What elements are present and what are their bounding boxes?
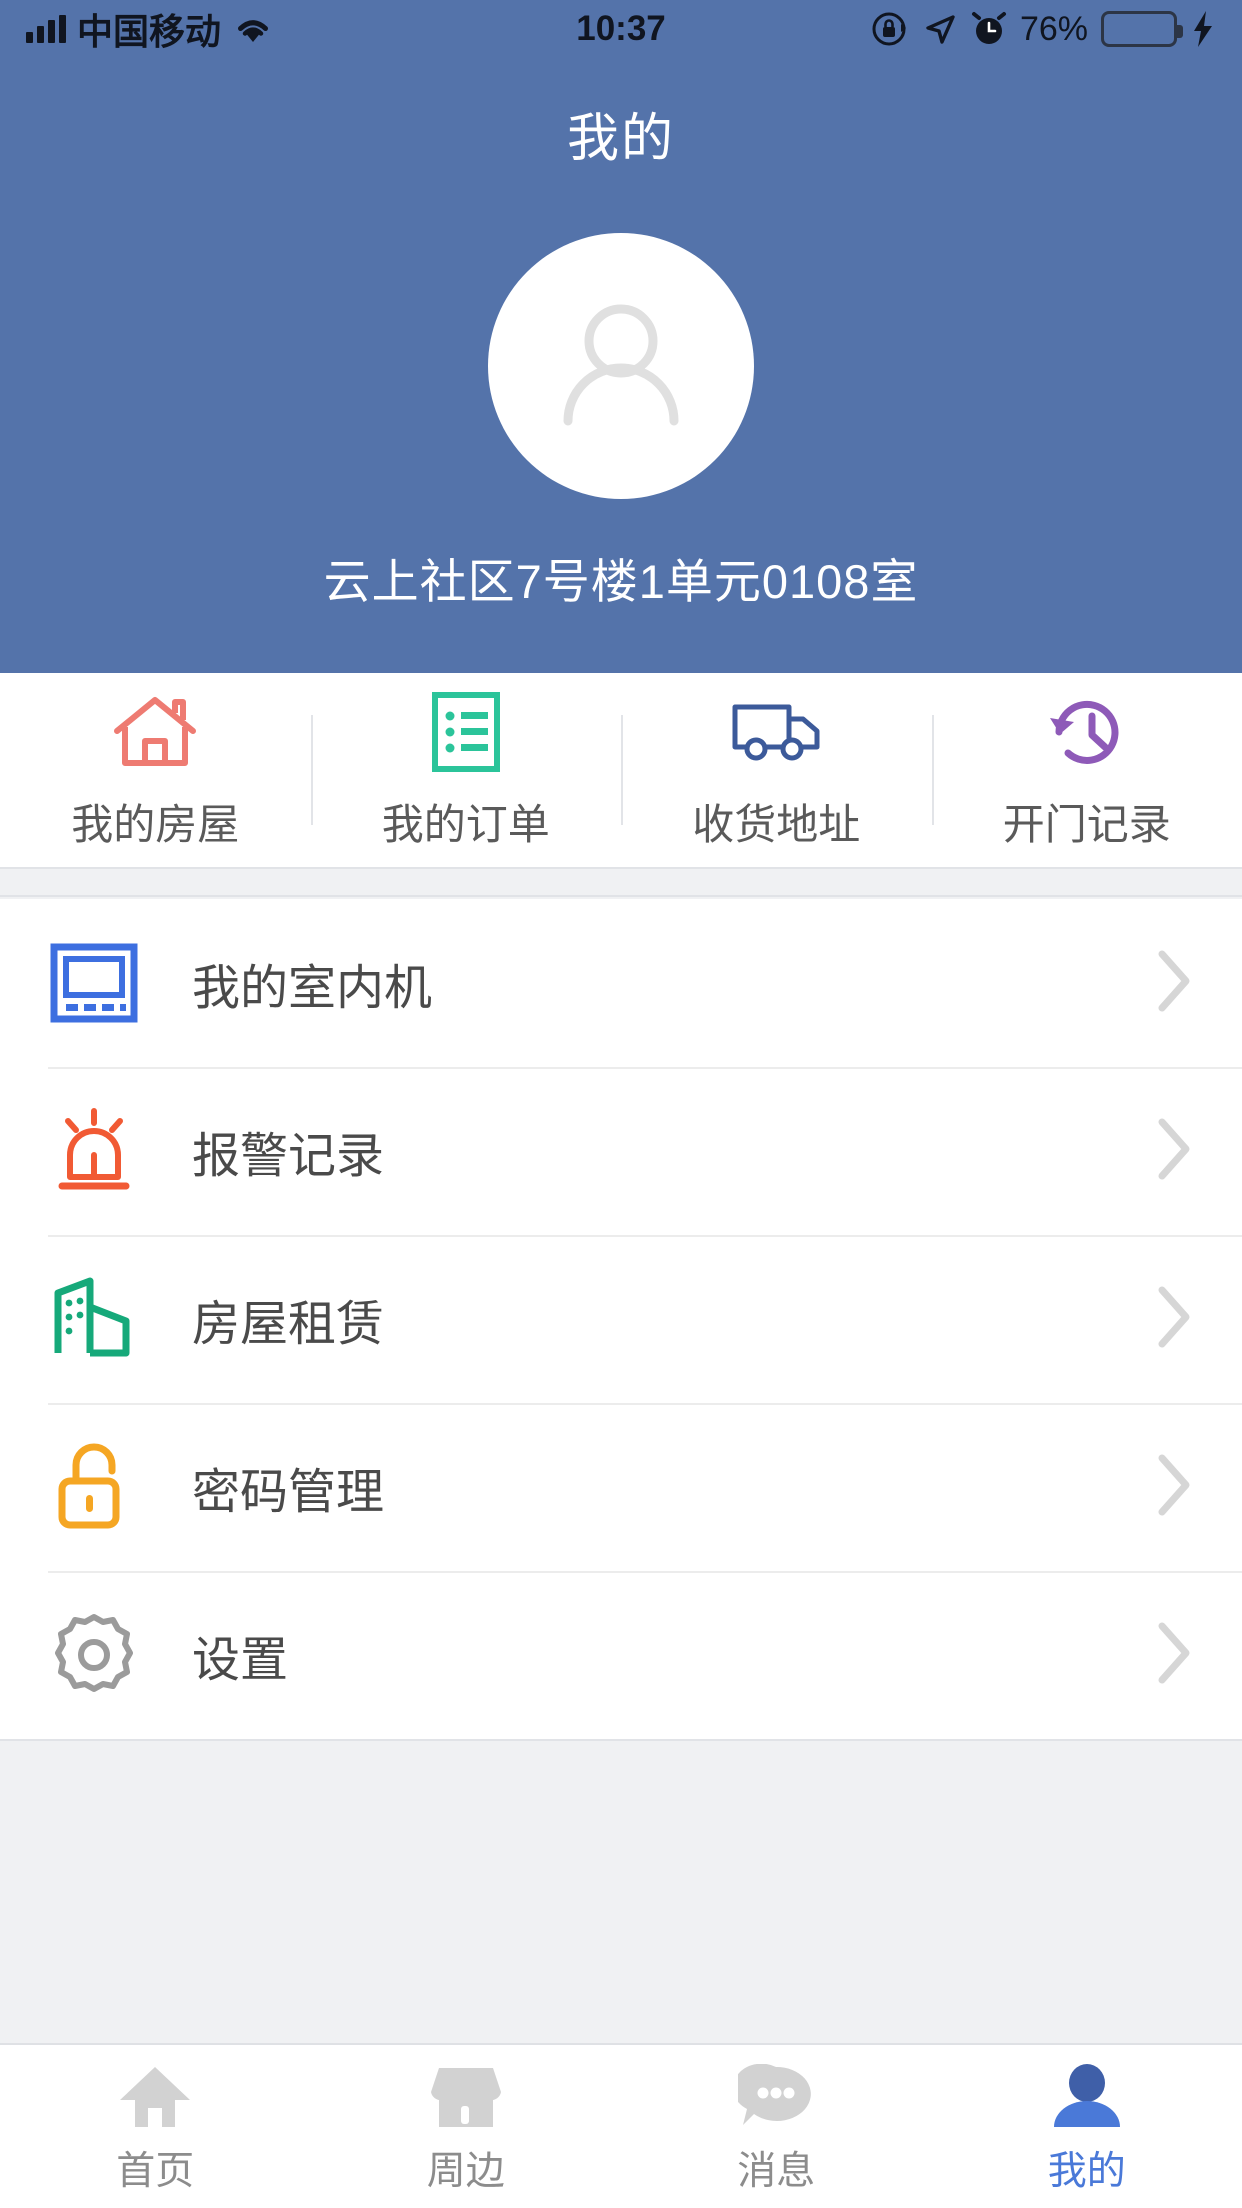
menu-item-label: 报警记录 [192, 1130, 385, 1183]
unlocked-padlock-icon [48, 1441, 140, 1533]
bottom-tab-bar: 首页 周边 消息 我的 [0, 2043, 1242, 2208]
quick-action-my-orders[interactable]: 我的订单 [310, 673, 622, 867]
menu-item-label: 我的室内机 [192, 962, 433, 1015]
tab-messages[interactable]: 消息 [621, 2045, 932, 2208]
avatar[interactable] [488, 233, 754, 499]
quick-action-my-house[interactable]: 我的房屋 [0, 673, 311, 867]
menu-item-house-rental[interactable]: 房屋租赁 [0, 1235, 1242, 1403]
chevron-right-icon [1152, 1114, 1196, 1189]
menu-item-alarm-records[interactable]: 报警记录 [0, 1067, 1242, 1235]
tab-label: 首页 [116, 2149, 195, 2193]
default-user-avatar-icon [563, 304, 679, 426]
history-clock-icon [1045, 689, 1129, 775]
chevron-right-icon [1152, 946, 1196, 1021]
order-list-icon [430, 689, 502, 775]
menu-list: 我的室内机 报警记录 房屋租赁 密码管理 设置 [0, 899, 1242, 1741]
menu-item-password-management[interactable]: 密码管理 [0, 1403, 1242, 1571]
battery-icon [1101, 11, 1183, 47]
quick-action-shipping-address[interactable]: 收货地址 [621, 673, 932, 867]
gear-icon [48, 1609, 140, 1701]
tab-mine[interactable]: 我的 [932, 2045, 1242, 2208]
alarm-clock-icon [971, 12, 1006, 44]
alarm-siren-icon [48, 1105, 140, 1197]
shop-icon [429, 2058, 503, 2130]
quick-actions-bar: 我的房屋 我的订单 收货地址 开门记录 [0, 673, 1242, 867]
building-rental-icon [48, 1273, 140, 1365]
chevron-right-icon [1152, 1450, 1196, 1525]
location-arrow-icon [926, 15, 955, 44]
status-bar: 中国移动 10:37 76% [0, 0, 1242, 58]
wifi-icon [238, 20, 269, 42]
status-bar-right: 76% [871, 9, 1216, 49]
tab-label: 我的 [1047, 2149, 1126, 2193]
home-icon [118, 2058, 192, 2130]
rotation-lock-icon [872, 12, 906, 46]
quick-action-door-records[interactable]: 开门记录 [931, 673, 1242, 867]
menu-item-settings[interactable]: 设置 [0, 1571, 1242, 1739]
chat-bubble-icon [738, 2058, 814, 2130]
quick-action-label: 我的订单 [381, 800, 550, 848]
tab-home[interactable]: 首页 [0, 2045, 311, 2208]
carrier-label: 中国移动 [77, 11, 222, 52]
menu-item-label: 房屋租赁 [192, 1298, 385, 1351]
menu-item-label: 密码管理 [192, 1466, 385, 1519]
profile-header: 我的 云上社区7号楼1单元0108室 [0, 58, 1242, 673]
delivery-truck-icon [729, 689, 823, 775]
indoor-monitor-icon [48, 937, 140, 1029]
house-outline-icon [112, 689, 198, 775]
chevron-right-icon [1152, 1618, 1196, 1693]
page-title: 我的 [566, 110, 675, 168]
person-icon [1052, 2058, 1122, 2130]
tab-label: 消息 [737, 2149, 816, 2193]
battery-percent-label: 76% [1019, 9, 1088, 48]
quick-action-label: 收货地址 [692, 800, 861, 848]
tab-nearby[interactable]: 周边 [311, 2045, 622, 2208]
status-bar-left: 中国移动 [26, 3, 274, 55]
section-spacer [0, 867, 1242, 897]
quick-action-label: 我的房屋 [71, 800, 240, 848]
tab-label: 周边 [426, 2149, 505, 2193]
chevron-right-icon [1152, 1282, 1196, 1357]
app-screen: 中国移动 10:37 76% 我的 云上社区7号楼1单元0108室 我的房屋 我… [0, 0, 1242, 2208]
menu-item-indoor-monitor[interactable]: 我的室内机 [0, 899, 1242, 1067]
quick-action-label: 开门记录 [1002, 800, 1171, 848]
menu-item-label: 设置 [192, 1634, 289, 1687]
signal-bars-icon [26, 15, 66, 43]
lightning-bolt-icon [1194, 11, 1212, 47]
profile-address: 云上社区7号楼1单元0108室 [323, 555, 919, 608]
